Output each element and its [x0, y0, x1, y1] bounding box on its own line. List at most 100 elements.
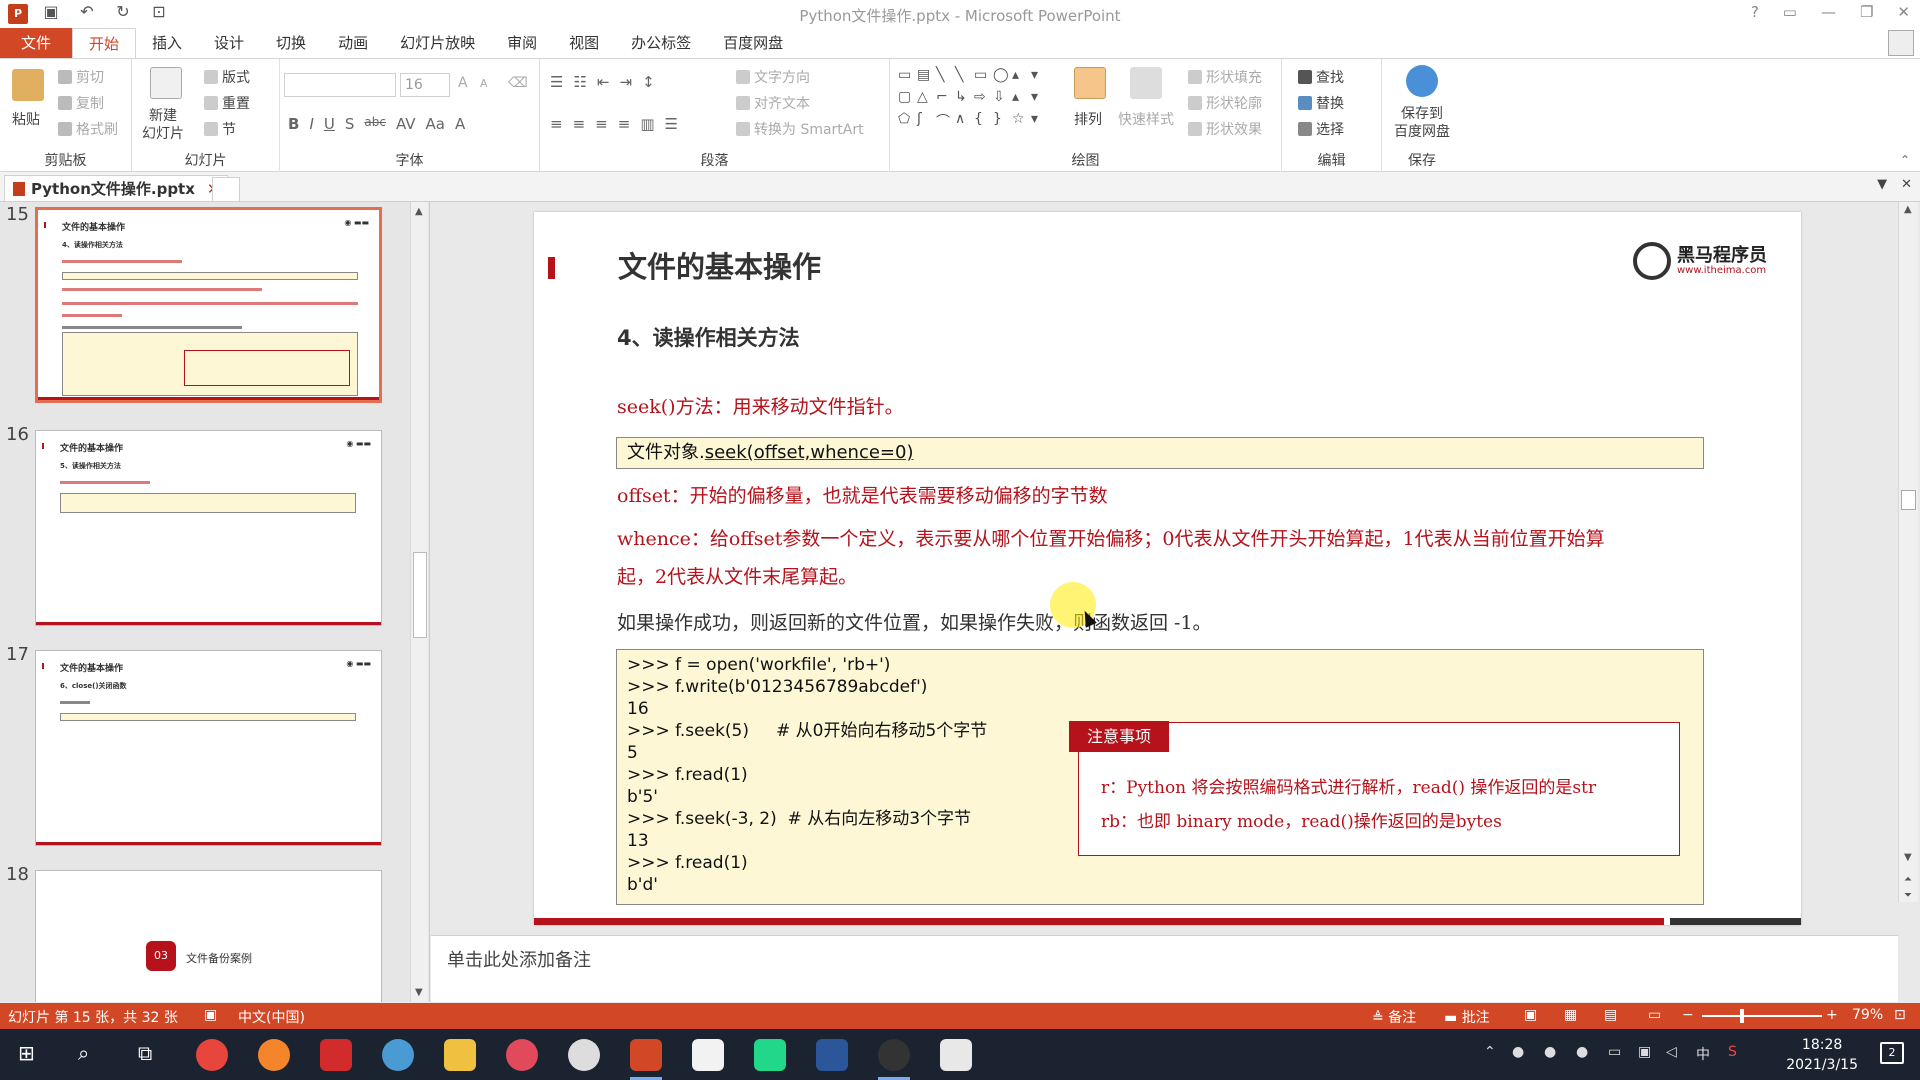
underline-button[interactable]: U: [324, 115, 335, 133]
collapse-ribbon-icon[interactable]: ⌃: [1900, 153, 1910, 167]
shape-item[interactable]: ╲: [955, 67, 972, 83]
arrange-icon[interactable]: [1074, 67, 1106, 99]
tray-app-icon[interactable]: ●: [1544, 1044, 1556, 1060]
note-box[interactable]: 注意事项 r：Python 将会按照编码格式进行解析，read() 操作返回的是…: [1069, 721, 1680, 856]
slide-canvas[interactable]: 文件的基本操作 黑马程序员 www.itheima.com 4、读操作相关方法 …: [534, 212, 1801, 925]
clear-format-icon[interactable]: ⌫: [508, 75, 528, 91]
drawing-app-icon[interactable]: [940, 1039, 972, 1071]
grow-font-button[interactable]: A: [458, 75, 468, 91]
language-indicator[interactable]: 中文(中国): [238, 1007, 305, 1027]
chrome-icon[interactable]: [196, 1039, 228, 1071]
tab-file[interactable]: 文件: [0, 28, 72, 58]
thumbnails-scroll-handle[interactable]: [413, 552, 427, 638]
format-painter-button[interactable]: 格式刷: [58, 119, 118, 139]
shape-item[interactable]: ☆: [1012, 111, 1029, 131]
tab-animations[interactable]: 动画: [322, 28, 384, 58]
tray-app-icon[interactable]: ●: [1576, 1044, 1588, 1060]
quick-styles-button[interactable]: 快速样式: [1118, 109, 1174, 129]
notification-center-icon[interactable]: 2: [1880, 1042, 1904, 1064]
sogou-ime-icon[interactable]: S: [1728, 1044, 1737, 1060]
shape-item[interactable]: ⇨: [974, 89, 991, 105]
justify-icon[interactable]: ≡: [618, 115, 631, 133]
arrange-button[interactable]: 排列: [1074, 109, 1102, 129]
shape-item[interactable]: ▭: [974, 67, 991, 83]
scroll-up-icon[interactable]: ▲: [415, 206, 423, 217]
shape-fill-button[interactable]: 形状填充: [1188, 67, 1262, 87]
notes-pane[interactable]: 单击此处添加备注: [431, 935, 1898, 1002]
slide-sorter-icon[interactable]: ▦: [1564, 1007, 1577, 1023]
font-size-select[interactable]: 16: [400, 73, 450, 97]
zoom-level[interactable]: 79%: [1852, 1007, 1883, 1023]
increase-indent-icon[interactable]: ⇥: [619, 73, 632, 91]
zoom-slider[interactable]: [1702, 1015, 1822, 1017]
thumbnails-scrollbar[interactable]: ▲ ▼: [410, 202, 428, 1002]
seek-syntax-box[interactable]: 文件对象.seek(offset,whence=0): [616, 437, 1704, 469]
reset-button[interactable]: 重置: [204, 93, 250, 113]
tab-view[interactable]: 视图: [553, 28, 615, 58]
shape-item[interactable]: ▾: [1031, 111, 1048, 131]
youdao-icon[interactable]: [320, 1039, 352, 1071]
bold-button[interactable]: B: [288, 115, 299, 133]
tab-design[interactable]: 设计: [198, 28, 260, 58]
shrink-font-button[interactable]: A: [480, 77, 488, 90]
tab-insert[interactable]: 插入: [136, 28, 198, 58]
shape-item[interactable]: ◯: [993, 67, 1010, 83]
find-button[interactable]: 查找: [1298, 67, 1344, 87]
tab-home[interactable]: 开始: [72, 28, 137, 58]
shape-item[interactable]: ⬠: [898, 111, 915, 131]
slideshow-view-icon[interactable]: ▭: [1648, 1007, 1661, 1023]
network-icon[interactable]: ▣: [1638, 1044, 1651, 1060]
windows-start-icon[interactable]: ⊞: [18, 1041, 35, 1065]
task-view-icon[interactable]: ⧉: [138, 1041, 152, 1065]
zoom-slider-thumb[interactable]: [1740, 1009, 1744, 1023]
notes-toggle-button[interactable]: ≜ 备注: [1372, 1007, 1416, 1027]
font-color-button[interactable]: A: [455, 115, 465, 133]
shape-item[interactable]: ▭: [898, 67, 915, 83]
shape-effects-button[interactable]: 形状效果: [1188, 119, 1262, 139]
reading-view-icon[interactable]: ▤: [1604, 1007, 1617, 1023]
text-direction-button[interactable]: 文字方向: [736, 67, 810, 87]
replace-button[interactable]: 替换: [1298, 93, 1344, 113]
whence-description-line-2[interactable]: 起，2代表从文件末尾算起。: [617, 558, 857, 596]
tab-review[interactable]: 审阅: [491, 28, 553, 58]
select-button[interactable]: 选择: [1298, 119, 1344, 139]
scroll-down-icon[interactable]: ▼: [415, 987, 423, 998]
slide-thumbnail-17[interactable]: 文件的基本操作 ◉ ▬▬ 6、close()关闭函数: [35, 650, 382, 846]
new-slide-button[interactable]: 新建 幻灯片: [142, 107, 184, 143]
shape-item[interactable]: ⌒: [936, 111, 953, 131]
shape-item[interactable]: ▾: [1031, 67, 1048, 83]
previous-slide-icon[interactable]: ⏶: [1904, 874, 1912, 885]
whence-description-line-1[interactable]: whence：给offset参数一个定义，表示要从哪个位置开始偏移；0代表从文件…: [617, 520, 1605, 558]
align-right-icon[interactable]: ≡: [595, 115, 608, 133]
tab-slideshow[interactable]: 幻灯片放映: [384, 28, 491, 58]
shape-item[interactable]: ⌐: [936, 89, 953, 105]
tab-list-icon[interactable]: ▼: [1877, 177, 1887, 192]
firefox-icon[interactable]: [258, 1039, 290, 1071]
restore-icon[interactable]: ❐: [1860, 3, 1873, 21]
zoom-in-button[interactable]: +: [1826, 1007, 1838, 1023]
seek-description[interactable]: seek()方法：用来移动文件指针。: [617, 388, 904, 426]
ime-indicator[interactable]: 中: [1696, 1044, 1710, 1064]
smartart-button[interactable]: 转换为 SmartArt: [736, 119, 864, 139]
powerpoint-taskbar-icon[interactable]: [630, 1039, 662, 1080]
spellcheck-icon[interactable]: ▣: [204, 1007, 217, 1023]
next-slide-icon[interactable]: ⏷: [1904, 890, 1912, 901]
offset-description[interactable]: offset：开始的偏移量，也就是代表需要移动偏移的字节数: [617, 477, 1108, 515]
shapes-gallery[interactable]: ▭ ▤ ╲ ╲ ▭ ◯ ▴ ▾ ▢ △ ⌐ ↳ ⇨ ⇩ ▴ ▾ ⬠ ʃ ⌒ ∧ …: [898, 67, 1048, 131]
save-to-baidu-button[interactable]: 保存到 百度网盘: [1382, 105, 1462, 141]
user-avatar[interactable]: [1888, 30, 1914, 56]
tray-expand-icon[interactable]: ⌃: [1484, 1044, 1496, 1060]
scroll-up-icon[interactable]: ▲: [1904, 204, 1912, 215]
strikethrough-button[interactable]: abc: [364, 115, 386, 133]
baidu-cloud-icon[interactable]: [1406, 65, 1438, 97]
columns-icon[interactable]: ▥: [640, 115, 654, 133]
tab-office-tab[interactable]: 办公标签: [615, 28, 707, 58]
normal-view-icon[interactable]: ▣: [1524, 1007, 1537, 1023]
clock-app-icon[interactable]: [568, 1039, 600, 1071]
screen-capture-icon[interactable]: [506, 1039, 538, 1071]
document-tab[interactable]: Python文件操作.pptx ✕: [4, 175, 229, 201]
slide-thumbnail-18[interactable]: 03 文件备份案例: [35, 870, 382, 1002]
fit-slide-icon[interactable]: ⊡: [1894, 1007, 1906, 1023]
file-explorer-icon[interactable]: [444, 1039, 476, 1071]
paste-button[interactable]: 粘贴: [12, 109, 40, 129]
